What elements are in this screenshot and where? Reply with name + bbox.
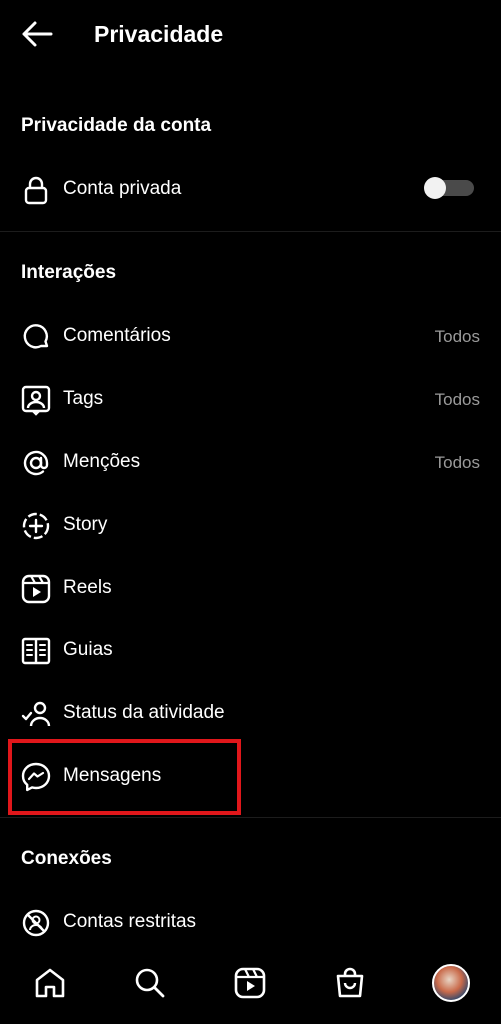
private-account-toggle[interactable] <box>424 177 474 199</box>
section-title-interactions: Interações <box>21 262 117 283</box>
interaction-row-tags[interactable]: Tags Todos <box>0 370 501 428</box>
divider <box>0 817 501 818</box>
private-account-label: Conta privada <box>63 178 182 199</box>
interaction-row-story[interactable]: Story <box>0 496 501 554</box>
interaction-row-guides[interactable]: Guias <box>0 621 501 679</box>
mentions-label: Menções <box>63 451 141 472</box>
bottom-nav <box>0 950 501 1024</box>
comment-icon <box>20 321 52 353</box>
shop-icon[interactable] <box>333 966 367 1000</box>
reels-label: Reels <box>63 577 112 598</box>
reels-icon <box>20 573 52 605</box>
mentions-value: Todos <box>434 453 480 472</box>
story-add-icon <box>20 510 52 542</box>
back-arrow-icon[interactable] <box>20 18 54 50</box>
section-title-connections: Conexões <box>21 848 112 869</box>
highlight-box <box>8 739 241 815</box>
profile-avatar[interactable] <box>432 964 470 1002</box>
activity-status-label: Status da atividade <box>63 702 225 723</box>
interaction-row-reels[interactable]: Reels <box>0 559 501 617</box>
story-label: Story <box>63 514 108 535</box>
comments-label: Comentários <box>63 325 171 346</box>
toggle-knob <box>424 177 446 199</box>
tags-label: Tags <box>63 388 104 409</box>
connection-row-restricted[interactable]: Contas restritas <box>0 893 501 951</box>
home-icon[interactable] <box>33 966 67 1000</box>
comments-value: Todos <box>434 327 480 346</box>
divider <box>0 231 501 232</box>
header: Privacidade <box>0 0 501 68</box>
restricted-icon <box>20 907 52 939</box>
activity-status-icon <box>20 698 52 730</box>
interaction-row-activity-status[interactable]: Status da atividade <box>0 684 501 742</box>
section-title-account-privacy: Privacidade da conta <box>21 115 212 136</box>
interaction-row-mentions[interactable]: Menções Todos <box>0 433 501 491</box>
reels-nav-icon[interactable] <box>233 966 267 1000</box>
tags-value: Todos <box>434 390 480 409</box>
guides-icon <box>20 635 52 667</box>
page-title: Privacidade <box>94 21 224 47</box>
guides-label: Guias <box>63 639 113 660</box>
interaction-row-comments[interactable]: Comentários Todos <box>0 307 501 365</box>
lock-icon <box>20 174 52 206</box>
tag-person-icon <box>20 384 52 416</box>
at-sign-icon <box>20 447 52 479</box>
restricted-label: Contas restritas <box>63 911 197 932</box>
search-icon[interactable] <box>133 966 167 1000</box>
